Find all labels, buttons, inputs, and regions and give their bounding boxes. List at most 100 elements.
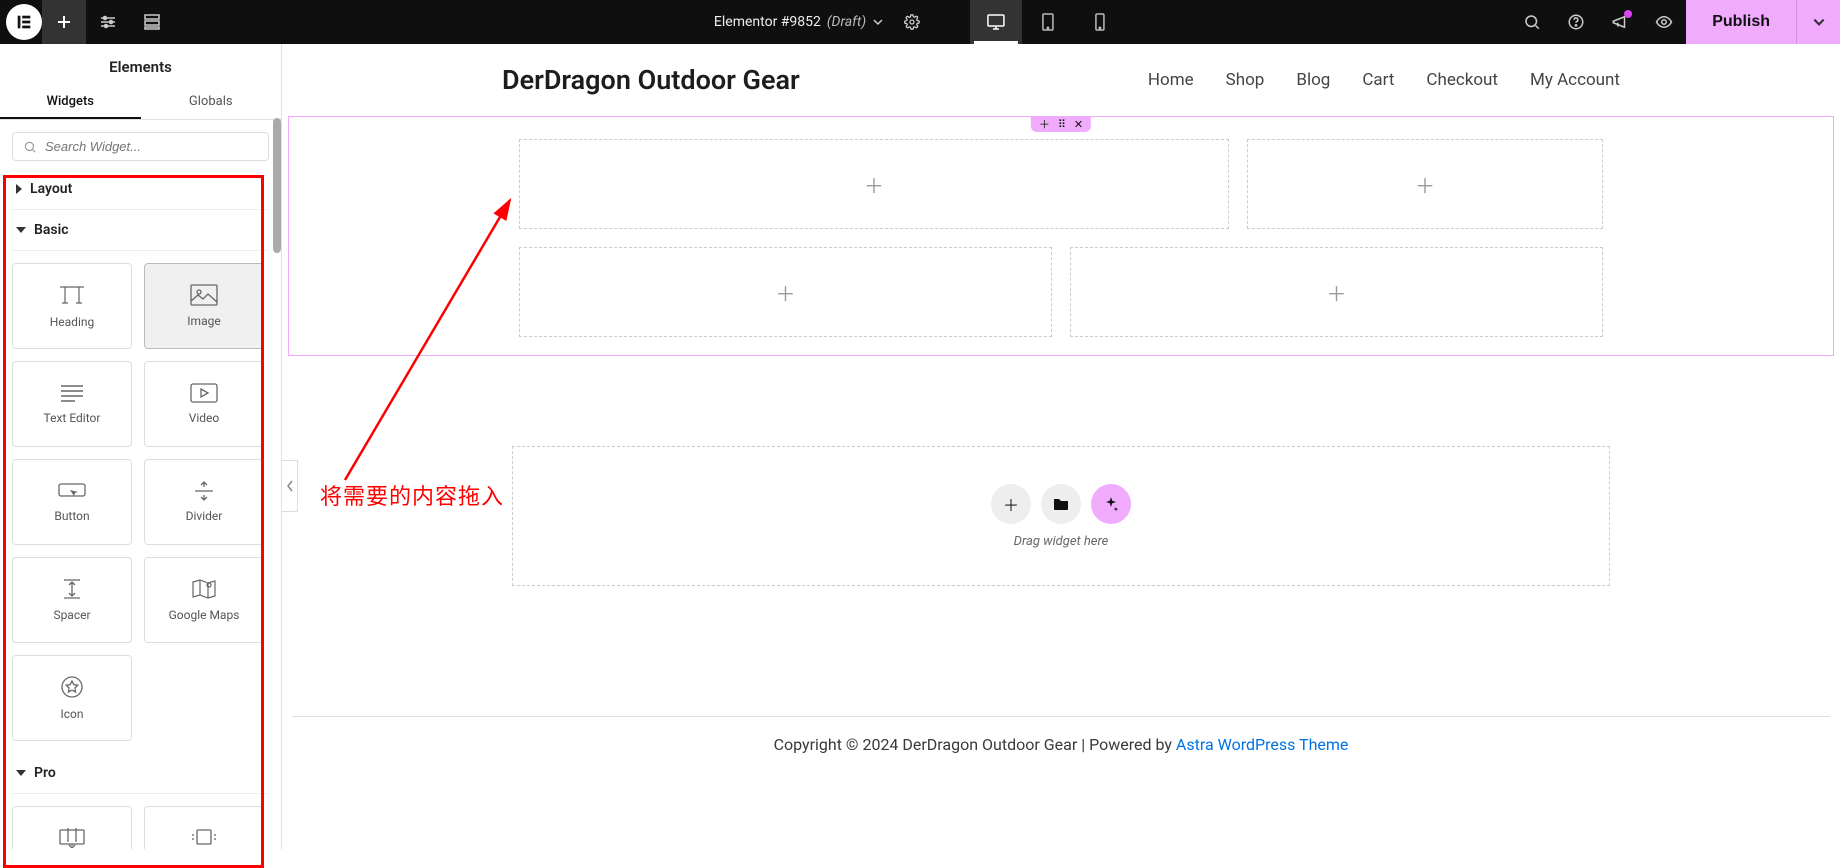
widget-loop-grid[interactable]: Loop Grid [12,806,132,849]
search-widget-box[interactable] [12,132,269,161]
section-drag-icon[interactable]: ⠿ [1058,119,1066,130]
footer-theme-link[interactable]: Astra WordPress Theme [1176,735,1348,754]
template-library-button[interactable] [1041,484,1081,524]
publish-button[interactable]: Publish [1686,0,1796,44]
widget-video-label: Video [189,411,220,425]
widget-text-editor[interactable]: Text Editor [12,361,132,447]
map-icon [191,578,217,600]
plus-icon: ＋ [776,278,796,307]
widget-spacer[interactable]: Spacer [12,557,132,643]
publish-options-button[interactable] [1796,0,1840,44]
section-handle: ＋ ⠿ ✕ [1031,116,1091,132]
add-section-button[interactable]: ＋ [991,484,1031,524]
widget-image[interactable]: Image [144,263,264,349]
site-header: DerDragon Outdoor Gear Home Shop Blog Ca… [282,44,1840,116]
topbar-left [0,0,174,44]
page-settings-button[interactable] [896,0,928,44]
chevron-down-icon [872,16,884,28]
topbar-center: Elementor #9852 (Draft) [714,0,1126,44]
category-basic-header[interactable]: Basic [12,210,269,251]
widgets-scroll[interactable]: Layout Basic Heading Image Text [0,169,281,849]
empty-column[interactable]: ＋ [1247,139,1603,229]
category-basic: Basic Heading Image Text Editor Video [12,210,269,753]
sparkle-icon [1103,496,1119,512]
widget-button-label: Button [54,509,89,523]
document-title[interactable]: Elementor #9852 (Draft) [714,14,884,30]
device-mobile[interactable] [1074,0,1126,44]
panel-collapse-handle[interactable] [282,460,298,512]
whats-new-button[interactable] [1598,0,1642,44]
divider-icon [191,481,217,501]
site-title: DerDragon Outdoor Gear [502,64,800,96]
widget-heading[interactable]: Heading [12,263,132,349]
section-add-icon[interactable]: ＋ [1039,119,1050,130]
nav-checkout[interactable]: Checkout [1426,70,1498,90]
row-1: ＋ ＋ [519,139,1603,229]
device-desktop[interactable] [970,0,1022,44]
widget-icon-label: Icon [60,707,83,721]
loop-carousel-icon [189,828,219,848]
tab-globals[interactable]: Globals [141,86,282,119]
device-tablet[interactable] [1022,0,1074,44]
widget-divider-label: Divider [186,509,223,523]
doc-name: Elementor #9852 [714,14,821,30]
help-button[interactable] [1554,0,1598,44]
site-settings-button[interactable] [86,0,130,44]
nav-shop[interactable]: Shop [1226,70,1265,90]
star-icon [60,675,84,699]
empty-column[interactable]: ＋ [519,139,1229,229]
top-bar: Elementor #9852 (Draft) [0,0,1840,44]
plus-icon: ＋ [1327,278,1347,307]
spacer-icon [60,578,84,600]
category-layout-header[interactable]: Layout [12,169,269,210]
folder-icon [1053,497,1069,511]
structure-button[interactable] [130,0,174,44]
plus-icon: ＋ [864,170,884,199]
widget-loop-carousel[interactable]: Loop Carousel [144,806,264,849]
publish-group: Publish [1686,0,1840,44]
add-element-button[interactable] [42,0,86,44]
nav-blog[interactable]: Blog [1296,70,1330,90]
widget-button[interactable]: Button [12,459,132,545]
pro-widget-grid: Loop Grid Loop Carousel [12,794,269,849]
preview-button[interactable] [1642,0,1686,44]
empty-column[interactable]: ＋ [519,247,1052,337]
drop-hint-text: Drag widget here [1014,534,1109,549]
panel-scrollbar[interactable] [273,118,281,253]
widget-image-label: Image [187,314,220,328]
finder-button[interactable] [1510,0,1554,44]
footer-copyright: Copyright © 2024 DerDragon Outdoor Gear … [774,735,1176,754]
search-widget-input[interactable] [45,139,258,154]
ai-button[interactable] [1091,484,1131,524]
search-icon [23,140,37,154]
plus-icon: ＋ [1415,170,1435,199]
drop-widget-area[interactable]: ＋ Drag widget here [512,446,1610,586]
basic-widget-grid: Heading Image Text Editor Video Button [12,251,269,753]
chevron-down-icon [1812,15,1826,29]
widget-icon[interactable]: Icon [12,655,132,741]
nav-home[interactable]: Home [1148,70,1194,90]
panel-title: Elements [0,44,281,86]
widget-spacer-label: Spacer [53,608,90,622]
nav-account[interactable]: My Account [1530,70,1620,90]
elementor-logo[interactable] [6,4,42,40]
elements-panel: Elements Widgets Globals Layout Basic He… [0,44,282,849]
empty-column[interactable]: ＋ [1070,247,1603,337]
chevron-left-icon [286,480,294,492]
section-close-icon[interactable]: ✕ [1074,119,1083,130]
widget-video[interactable]: Video [144,361,264,447]
nav-cart[interactable]: Cart [1362,70,1394,90]
widget-divider[interactable]: Divider [144,459,264,545]
widget-heading-label: Heading [50,315,95,329]
notification-dot-icon [1624,10,1632,18]
category-pro-header[interactable]: Pro [12,753,269,794]
category-layout-label: Layout [30,181,72,197]
loop-grid-icon [58,828,86,848]
widget-google-maps[interactable]: Google Maps [144,557,264,643]
category-layout: Layout [12,169,269,210]
section-container[interactable]: ＋ ⠿ ✕ ＋ ＋ ＋ ＋ [288,116,1834,356]
category-pro: Pro Loop Grid Loop Carousel [12,753,269,849]
drop-buttons: ＋ [991,484,1131,524]
tab-widgets[interactable]: Widgets [0,86,141,119]
topbar-right: Publish [1510,0,1840,44]
